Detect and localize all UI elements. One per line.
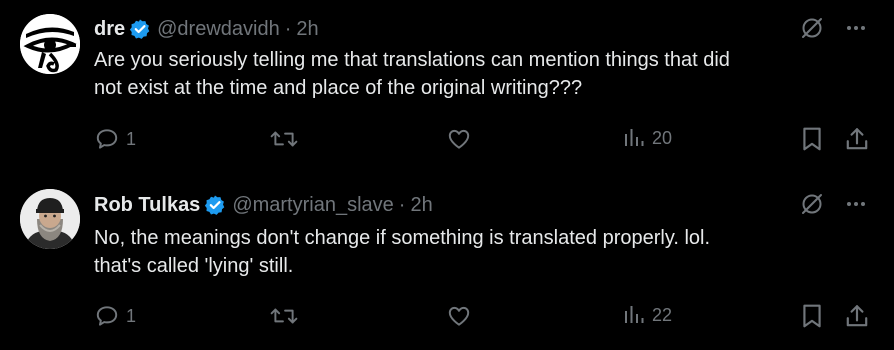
share-button[interactable] xyxy=(844,126,870,152)
reply-button[interactable]: 1 xyxy=(94,126,136,152)
bookmark-button[interactable] xyxy=(800,126,824,152)
reply-icon xyxy=(96,129,118,149)
views-chart-icon xyxy=(625,129,644,146)
verified-badge-icon xyxy=(204,194,226,216)
more-options-icon[interactable] xyxy=(846,25,866,31)
share-button[interactable] xyxy=(844,303,870,329)
retweet-icon xyxy=(270,308,298,324)
timestamp[interactable]: 2h xyxy=(296,17,318,41)
tweet[interactable]: Rob Tulkas @martyrian_slave · 2h No, the xyxy=(0,175,894,350)
user-handle[interactable]: @drewdavidh xyxy=(157,17,280,41)
share-icon xyxy=(846,305,868,327)
grok-icon[interactable] xyxy=(800,192,824,216)
heart-icon xyxy=(448,306,470,326)
eye-of-horus-icon xyxy=(20,14,80,74)
tweet-text: Are you seriously telling me that transl… xyxy=(94,49,730,99)
like-button[interactable] xyxy=(446,303,478,329)
bearded-man-photo xyxy=(20,189,80,249)
bookmark-icon xyxy=(803,304,821,328)
view-count: 22 xyxy=(652,304,673,325)
retweet-button[interactable] xyxy=(270,126,304,152)
views-button[interactable]: 22 xyxy=(622,303,672,327)
more-options-icon[interactable] xyxy=(846,201,866,207)
display-name[interactable]: dre xyxy=(94,17,125,41)
reply-icon xyxy=(96,306,118,326)
display-name[interactable]: Rob Tulkas xyxy=(94,193,200,217)
grok-icon[interactable] xyxy=(800,16,824,40)
reply-count: 1 xyxy=(126,128,137,149)
views-chart-icon xyxy=(625,306,644,323)
like-button[interactable] xyxy=(446,126,478,152)
avatar[interactable] xyxy=(20,14,80,74)
bookmark-icon xyxy=(803,127,821,151)
views-button[interactable]: 20 xyxy=(622,126,672,150)
action-bar: 1 20 xyxy=(92,126,874,156)
reply-button[interactable]: 1 xyxy=(94,303,136,329)
verified-badge-icon xyxy=(129,18,151,40)
retweet-icon xyxy=(270,131,298,147)
share-icon xyxy=(846,128,868,150)
timestamp[interactable]: 2h xyxy=(410,193,432,217)
bookmark-button[interactable] xyxy=(800,303,824,329)
heart-icon xyxy=(448,129,470,149)
action-bar: 1 22 xyxy=(92,303,874,333)
user-handle[interactable]: @martyrian_slave xyxy=(232,193,393,217)
avatar[interactable] xyxy=(20,189,80,249)
tweet[interactable]: dre @drewdavidh · 2h Are you seriously t xyxy=(0,0,894,175)
reply-count: 1 xyxy=(126,305,137,326)
retweet-button[interactable] xyxy=(270,303,304,329)
view-count: 20 xyxy=(652,127,673,148)
separator-dot: · xyxy=(398,194,406,216)
tweet-text: No, the meanings don't change if somethi… xyxy=(94,227,711,277)
separator-dot: · xyxy=(284,18,292,40)
